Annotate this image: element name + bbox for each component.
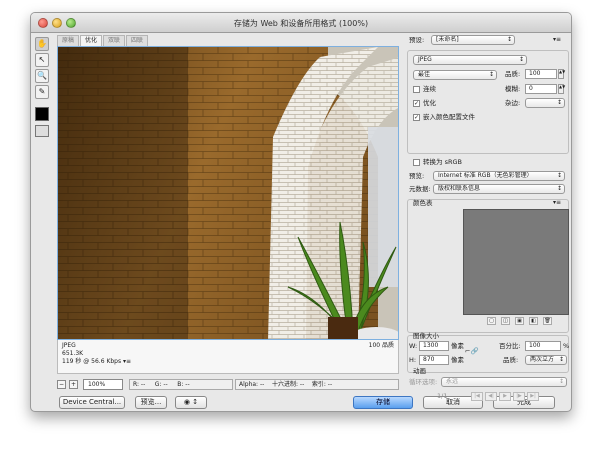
view-tabs: 原稿 优化 双联 四联: [57, 35, 149, 46]
matte-select[interactable]: [525, 98, 565, 108]
file-format-select[interactable]: JPEG: [413, 55, 527, 65]
zoom-out-button[interactable]: −: [57, 380, 66, 389]
title-bar: 存储为 Web 和设备所用格式 (100%): [31, 13, 571, 33]
pixel-info-readout: Alpha: -- 十六进制: -- 索引: --: [235, 379, 399, 390]
embed-color-profile-label: 嵌入颜色配置文件: [423, 113, 475, 121]
matte-label: 杂边:: [505, 99, 521, 107]
height-unit: 像素: [451, 356, 464, 364]
next-frame-icon[interactable]: |▶: [513, 392, 525, 401]
preset-select[interactable]: [未命名]: [431, 35, 515, 45]
preset-label: 预设:: [409, 36, 425, 44]
lock-color-icon[interactable]: ▣: [515, 317, 524, 325]
constrain-proportions-icon[interactable]: ⌐🔗: [465, 347, 479, 356]
frame-counter: 1/1: [437, 392, 448, 400]
preview-button[interactable]: 预览...: [135, 396, 167, 409]
browser-icon: ◉ ↕: [183, 398, 199, 406]
color-table-title: 颜色表: [413, 199, 433, 207]
tab-optimized[interactable]: 优化: [80, 35, 103, 46]
rgb-readout: R: -- G: -- B: --: [129, 379, 233, 390]
loop-options-select[interactable]: 永远: [441, 377, 567, 387]
zoom-level-select[interactable]: 100%: [83, 379, 123, 390]
resample-quality-label: 品质:: [503, 356, 519, 364]
web-shift-icon[interactable]: ◫: [501, 317, 510, 325]
compression-quality-select[interactable]: 最佳: [413, 70, 497, 80]
eyedropper-color-swatch[interactable]: [35, 107, 49, 121]
percent-label: 百分比:: [499, 342, 521, 350]
tab-4-up[interactable]: 四联: [126, 35, 149, 46]
tool-panel: ✋ ↖ 🔍 ✎: [35, 37, 51, 137]
toggle-slices-visibility-button[interactable]: [35, 125, 49, 137]
image-size-title: 图像大小: [413, 332, 439, 340]
metadata-select[interactable]: 版权和联系信息: [433, 184, 565, 194]
width-label: W:: [409, 342, 418, 350]
convert-srgb-checkbox[interactable]: [413, 159, 420, 166]
preview-mode-label: 预览:: [409, 172, 425, 180]
preview-mode-select[interactable]: Internet 标准 RGB（无色彩管理）: [433, 171, 565, 181]
output-quality: 100 品质: [368, 342, 394, 349]
output-format: JPEG: [62, 342, 76, 349]
output-file-size: 651.3K: [62, 350, 84, 357]
blur-input[interactable]: 0: [525, 84, 557, 94]
new-color-icon[interactable]: ◧: [529, 317, 538, 325]
preview-photo: [58, 47, 398, 339]
metadata-label: 元数据:: [409, 185, 431, 193]
download-rate-menu[interactable]: ▾≡: [123, 358, 131, 365]
zoom-in-button[interactable]: +: [69, 380, 78, 389]
optimized-checkbox[interactable]: ✓: [413, 100, 420, 107]
percent-sign: %: [563, 342, 570, 350]
hand-icon: ✋: [37, 39, 47, 48]
blur-label: 模糊:: [505, 85, 521, 93]
embed-color-profile-checkbox[interactable]: ✓: [413, 114, 420, 121]
percent-input[interactable]: 100: [525, 341, 561, 351]
map-transparency-icon[interactable]: ▢: [487, 317, 496, 325]
quality-label: 品质:: [505, 70, 521, 78]
width-input[interactable]: 1300: [419, 341, 449, 351]
quality-stepper[interactable]: ▲▼: [558, 69, 565, 79]
loop-options-label: 循环选项:: [409, 378, 438, 386]
browser-select[interactable]: ◉ ↕: [175, 396, 207, 409]
download-time: 119 秒 @ 56.6 Kbps ▾≡: [62, 358, 132, 365]
width-unit: 像素: [451, 342, 464, 350]
status-bar: − + 100% R: -- G: -- B: -- Alpha: -- 十六进…: [57, 379, 399, 391]
save-button[interactable]: 存储: [353, 396, 413, 409]
device-central-button[interactable]: Device Central...: [59, 396, 125, 409]
slice-select-icon: ↖: [38, 55, 46, 64]
optimized-label: 优化: [423, 99, 436, 107]
height-label: H:: [409, 356, 417, 364]
window-title: 存储为 Web 和设备所用格式 (100%): [233, 19, 369, 28]
tab-2-up[interactable]: 双联: [103, 35, 126, 46]
optimize-menu-icon[interactable]: ▾≡: [553, 36, 561, 43]
quality-input[interactable]: 100: [525, 69, 557, 79]
preview-info-bar: JPEG 651.3K 119 秒 @ 56.6 Kbps ▾≡ 100 品质: [57, 340, 399, 374]
eyedropper-icon: ✎: [38, 87, 46, 96]
progressive-checkbox[interactable]: [413, 86, 420, 93]
optimization-settings-panel: 预设: [未命名] ▾≡ JPEG 最佳 品质: 100 ▲▼ 连续 模糊: 0…: [405, 33, 571, 401]
zoom-tool[interactable]: 🔍: [35, 69, 49, 83]
zoom-icon: 🔍: [37, 71, 47, 80]
progressive-label: 连续: [423, 85, 436, 93]
blur-stepper[interactable]: ▲▼: [558, 84, 565, 94]
color-table-menu-icon[interactable]: ▾≡: [553, 199, 561, 206]
last-frame-icon[interactable]: ▶|: [527, 392, 539, 401]
convert-srgb-label: 转换为 sRGB: [423, 158, 462, 166]
first-frame-icon[interactable]: |◀: [471, 392, 483, 401]
tab-original[interactable]: 原稿: [57, 35, 80, 46]
height-input[interactable]: 870: [419, 355, 449, 365]
image-preview[interactable]: [57, 46, 399, 340]
save-for-web-dialog: 存储为 Web 和设备所用格式 (100%) ✋ ↖ 🔍 ✎ 原稿 优化 双联 四联: [30, 12, 572, 412]
eyedropper-tool[interactable]: ✎: [35, 85, 49, 99]
slice-select-tool[interactable]: ↖: [35, 53, 49, 67]
hand-tool[interactable]: ✋: [35, 37, 49, 51]
previous-frame-icon[interactable]: ◀|: [485, 392, 497, 401]
delete-color-icon[interactable]: 🗑: [543, 317, 552, 325]
play-icon[interactable]: ▶: [499, 392, 511, 401]
resample-quality-select[interactable]: 两次立方: [525, 355, 567, 365]
animation-title: 动画: [413, 367, 426, 375]
color-table-grid[interactable]: [463, 209, 569, 315]
